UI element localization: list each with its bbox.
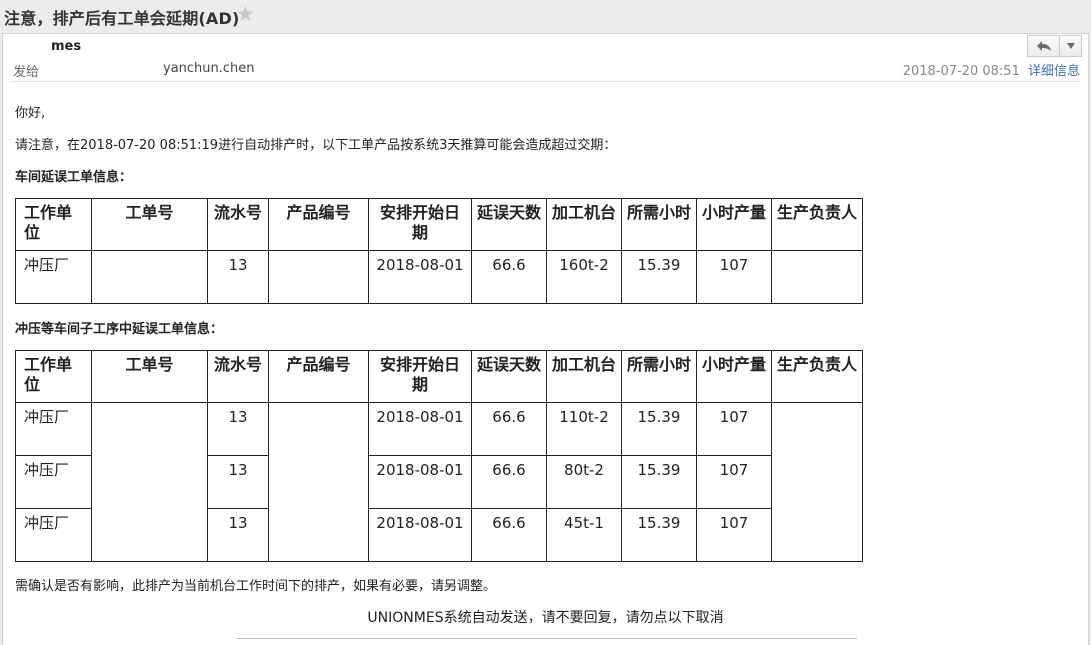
cell-order-no (91, 402, 208, 456)
table-header-row: 工作单位 工单号 流水号 产品编号 安排开始日期 延误天数 加工机台 所需小时 小时产量 生产负责… (15, 350, 863, 403)
table-row: 冲压厂 13 2018-08-01 66.6 80t-2 15.39 107 (15, 455, 863, 509)
email-date: 2018-07-20 08:51 (902, 64, 1020, 79)
cell-hours: 15.39 (621, 455, 697, 509)
footer-text: UNIONMES系统自动发送，请不要回复，请勿点以下取消 (367, 610, 724, 626)
cell-machine: 110t-2 (546, 402, 622, 456)
cell-work-unit: 冲压厂 (15, 250, 92, 304)
col-header-hourly-output: 小时产量 (696, 198, 772, 251)
col-header-machine: 加工机台 (546, 350, 622, 403)
footer-divider (237, 638, 857, 639)
cell-delay-days: 66.6 (471, 402, 547, 456)
col-header-delay-days: 延误天数 (471, 350, 547, 403)
subject-bar: 注意，排产后有工单会延期(AD) ★ (0, 0, 1091, 32)
subprocess-delayed-table: 工作单位 工单号 流水号 产品编号 安排开始日期 延误天数 加工机台 所需小时 小时产量 生产负责… (15, 350, 863, 562)
note-text: 需确认是否有影响，此排产为当前机台工作时间下的排产，如果有必要，请另调整。 (15, 579, 497, 594)
cell-start-date: 2018-08-01 (368, 455, 472, 509)
more-actions-button[interactable] (1060, 35, 1082, 57)
col-header-machine: 加工机台 (546, 198, 622, 251)
col-header-work-unit: 工作单位 (15, 350, 92, 403)
cell-hourly-output: 107 (696, 250, 772, 304)
table-row: 冲压厂 13 2018-08-01 66.6 45t-1 15.39 107 (15, 508, 863, 562)
cell-machine: 80t-2 (546, 455, 622, 509)
email-subject: 注意，排产后有工单会延期(AD) (4, 9, 240, 28)
cell-owner (771, 402, 863, 456)
date-row: 2018-07-20 08:51 详细信息 (903, 60, 1080, 79)
cell-hourly-output: 107 (696, 402, 772, 456)
col-header-serial-no: 流水号 (207, 350, 269, 403)
cell-work-unit: 冲压厂 (15, 455, 92, 509)
intro-text: 请注意，在2018-07-20 08:51:19进行自动排产时，以下工单产品按系… (15, 138, 617, 153)
cell-serial-no: 13 (207, 455, 269, 509)
cell-start-date: 2018-08-01 (368, 508, 472, 562)
section2-title: 冲压等车间子工序中延误工单信息： (15, 322, 224, 337)
col-header-work-unit: 工作单位 (15, 198, 92, 251)
sender-name[interactable]: mes (51, 39, 81, 54)
section1-title: 车间延误工单信息： (15, 170, 133, 185)
table-header-row: 工作单位 工单号 流水号 产品编号 安排开始日期 延误天数 加工机台 所需小时 小时产量 生产负责… (15, 198, 863, 251)
delayed-orders-table: 工作单位 工单号 流水号 产品编号 安排开始日期 延误天数 加工机台 所需小时 小时产量 生产负责… (15, 198, 863, 304)
cell-hourly-output: 107 (696, 455, 772, 509)
cell-product-no (268, 455, 369, 509)
table-row: 冲压厂 13 2018-08-01 66.6 160t-2 15.39 107 (15, 250, 863, 304)
cell-work-unit: 冲压厂 (15, 508, 92, 562)
cell-order-no (91, 508, 208, 562)
header-actions (1027, 35, 1082, 57)
cell-product-no (268, 508, 369, 562)
cell-machine: 160t-2 (546, 250, 622, 304)
table-row: 冲压厂 13 2018-08-01 66.6 110t-2 15.39 107 (15, 402, 863, 456)
details-link[interactable]: 详细信息 (1028, 64, 1080, 79)
cell-hours: 15.39 (621, 508, 697, 562)
col-header-order-no: 工单号 (91, 198, 208, 251)
cell-work-unit: 冲压厂 (15, 402, 92, 456)
cell-delay-days: 66.6 (471, 455, 547, 509)
recipient[interactable]: yanchun.chen (163, 61, 255, 76)
cell-machine: 45t-1 (546, 508, 622, 562)
cell-product-no (268, 402, 369, 456)
star-icon[interactable]: ★ (236, 2, 255, 26)
cell-owner (771, 508, 863, 562)
col-header-owner: 生产负责人 (771, 198, 863, 251)
cell-hours: 15.39 (621, 402, 697, 456)
cell-delay-days: 66.6 (471, 250, 547, 304)
cell-delay-days: 66.6 (471, 508, 547, 562)
col-header-order-no: 工单号 (91, 350, 208, 403)
col-header-start-date: 安排开始日期 (368, 350, 472, 403)
greeting: 你好, (15, 106, 46, 121)
cell-order-no (91, 250, 208, 304)
cell-serial-no: 13 (207, 508, 269, 562)
col-header-product-no: 产品编号 (268, 198, 369, 251)
chevron-down-icon (1066, 43, 1075, 49)
col-header-hours: 所需小时 (621, 350, 697, 403)
col-header-hours: 所需小时 (621, 198, 697, 251)
cell-serial-no: 13 (207, 250, 269, 304)
reply-button[interactable] (1027, 35, 1060, 57)
cell-start-date: 2018-08-01 (368, 402, 472, 456)
cell-hourly-output: 107 (696, 508, 772, 562)
cell-product-no (268, 250, 369, 304)
cell-hours: 15.39 (621, 250, 697, 304)
cell-owner (771, 455, 863, 509)
cell-start-date: 2018-08-01 (368, 250, 472, 304)
col-header-product-no: 产品编号 (268, 350, 369, 403)
cell-serial-no: 13 (207, 402, 269, 456)
to-label: 发给 (13, 65, 40, 80)
cell-owner (771, 250, 863, 304)
reply-icon (1036, 41, 1051, 51)
header-divider (11, 81, 1079, 82)
col-header-hourly-output: 小时产量 (696, 350, 772, 403)
cell-order-no (91, 455, 208, 509)
email-view: mes 发给 yanchun.chen 2018-07-20 08:51 详细信… (2, 33, 1089, 645)
col-header-serial-no: 流水号 (207, 198, 269, 251)
col-header-owner: 生产负责人 (771, 350, 863, 403)
col-header-delay-days: 延误天数 (471, 198, 547, 251)
col-header-start-date: 安排开始日期 (368, 198, 472, 251)
